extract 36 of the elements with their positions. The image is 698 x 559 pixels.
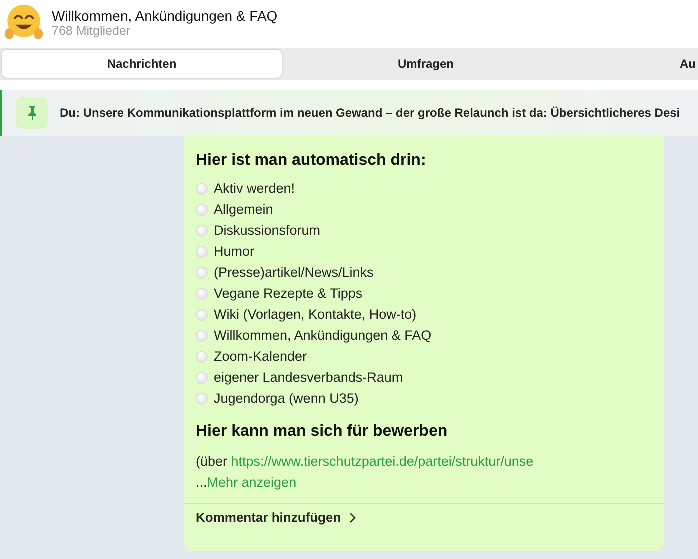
tab[interactable]: Au (570, 50, 696, 78)
list-item-text: eigener Landesverbands-Raum (214, 370, 404, 385)
bullet-icon (196, 204, 208, 216)
add-comment-button[interactable]: Kommentar hinzufügen (196, 510, 358, 525)
chat-title: Willkommen, Ankündigungen & FAQ (52, 8, 278, 24)
pin-icon (16, 97, 48, 129)
list-item-text: Zoom-Kalender (214, 349, 308, 364)
message-heading: Hier kann man sich für bewerben (195, 423, 449, 441)
bullet-icon (196, 372, 208, 384)
tab[interactable]: Nachrichten (2, 50, 282, 78)
bullet-icon (196, 308, 208, 320)
bullet-icon (196, 246, 208, 258)
member-count: 768 Mitglieder (52, 24, 132, 38)
list-item-text: Wiki (Vorlagen, Kontakte, How-to) (214, 307, 417, 322)
pinned-message-text: Du: Unsere Kommunikationsplattform im neuen Gewand – der große Relaunch ist da: Übersichtlicheres Desi (60, 106, 680, 120)
bullet-icon (196, 182, 208, 194)
list-item-text: Humor (214, 244, 255, 259)
list-item-text: Vegane Rezepte & Tipps (214, 286, 363, 301)
list-item-text: Allgemein (214, 202, 274, 217)
list-item-text: Diskussionsforum (214, 223, 321, 238)
bullet-icon (196, 266, 208, 278)
bullet-icon (196, 330, 208, 342)
chevron-icon (349, 512, 358, 524)
pinned-message-bar[interactable]: Du: Unsere Kommunikationsplattform im neuen Gewand – der große Relaunch ist da: Übersichtlicheres Desi (0, 90, 698, 136)
bullet-icon (196, 224, 208, 236)
message-heading: Hier ist man automatisch drin: (195, 152, 428, 170)
bullet-icon (196, 392, 208, 404)
bullet-icon (196, 350, 208, 362)
ellipsis-text: ... (196, 475, 208, 490)
list-item-text: Willkommen, Ankündigungen & FAQ (214, 328, 432, 343)
list-item-text: (Presse)artikel/News/Links (214, 265, 374, 280)
tab[interactable]: Umfragen (286, 50, 566, 78)
bullet-icon (196, 288, 208, 300)
list-item-text: Aktiv werden! (214, 181, 296, 196)
list-item-text: Jugendorga (wenn U35) (214, 391, 359, 406)
message-text: (über (196, 454, 229, 469)
